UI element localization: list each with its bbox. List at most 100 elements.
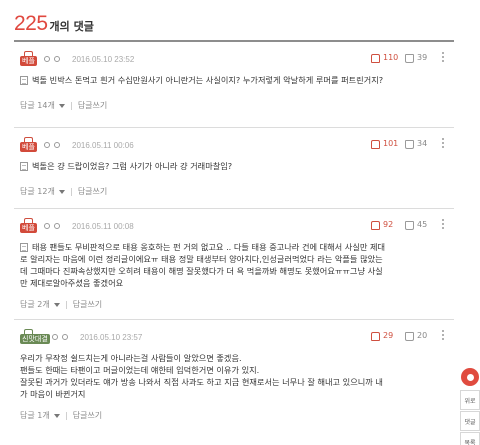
thumbs-up-icon — [370, 331, 380, 341]
document-icon — [20, 242, 28, 252]
comment-count-header: 225 개의 댓글 — [14, 12, 94, 36]
thumbs-down-icon — [404, 331, 414, 341]
replies-toggle[interactable]: 답글 2개 — [20, 299, 60, 310]
level-dots — [44, 223, 60, 229]
comment-text-line: 벽돌 빈박스 돈먹고 흰거 수십만원사기 아니란거는 사실이지? 누가저렇게 악… — [32, 75, 384, 85]
chevron-down-icon — [53, 413, 60, 418]
divider — [70, 187, 72, 196]
thumbs-up-icon — [370, 53, 380, 63]
floating-side-nav: 위로 댓글 목록 — [460, 368, 480, 445]
comment-body: 태용 팬들도 무비판적으로 태용 옹호하는 펀 거의 없고요 .. 다들 태용 … — [20, 241, 448, 289]
upvote-count: 101 — [383, 138, 399, 148]
level-dots — [44, 142, 60, 148]
comment-text-line: 잘못된 과거가 있더라도 얘가 방송 나와서 직접 사과도 하고 지금 현재로서… — [20, 377, 383, 387]
document-icon — [20, 161, 28, 171]
chevron-down-icon — [58, 189, 65, 194]
replies-toggle[interactable]: 답글 1개 — [20, 410, 60, 421]
comment-item: 신맛대결 2016.05.10 23:57 29 20 우리가 무작정 쉴드치는… — [14, 320, 454, 432]
more-options-icon[interactable] — [438, 330, 448, 340]
badge-label: 신맛대결 — [20, 334, 50, 344]
comment-actions: 101 34 — [370, 138, 448, 149]
comment-text-line: 벽돌은 걍 드랍이었음? 그럼 사기가 아니라 걍 거래마찰임? — [32, 161, 233, 171]
comment-footer: 답글 2개 답글쓰기 — [20, 299, 448, 310]
chevron-down-icon — [58, 103, 65, 108]
write-reply-button[interactable]: 답글쓰기 — [78, 100, 107, 111]
comment-body: 벽돌은 걍 드랍이었음? 그럼 사기가 아니라 걍 거래마찰임? — [20, 160, 448, 172]
comment-header: 베플 2016.05.11 00:08 92 45 — [20, 217, 448, 235]
downvote-button[interactable]: 34 — [404, 138, 438, 149]
comment-date: 2016.05.11 00:06 — [72, 140, 134, 150]
scroll-top-button[interactable]: 위로 — [460, 390, 480, 410]
upvote-count: 92 — [383, 219, 394, 229]
comment-item: 베플 2016.05.10 23:52 110 39 벽돌 빈박스 돈먹고 흰거… — [14, 42, 454, 128]
thumbs-up-icon — [370, 139, 380, 149]
write-reply-button[interactable]: 답글쓰기 — [73, 410, 102, 421]
comment-date: 2016.05.11 00:08 — [72, 221, 134, 231]
document-icon — [20, 75, 28, 85]
comment-text-line: 만 제대로알아주셨음 좋겠어요 — [20, 278, 124, 288]
replies-label: 답글 2개 — [20, 300, 50, 309]
more-options-icon[interactable] — [438, 52, 448, 62]
jump-to-comments-button[interactable]: 댓글 — [460, 411, 480, 431]
comment-text-line: 우리가 무작정 쉴드치는게 아니라는걸 사람들이 알았으면 좋겠음. — [20, 353, 242, 363]
divider — [65, 300, 67, 309]
comment-item: 베플 2016.05.11 00:08 92 45 태용 팬들도 무비판적으로 … — [14, 209, 454, 320]
comment-footer: 답글 1개 답글쓰기 — [20, 410, 448, 421]
replies-toggle[interactable]: 답글 14개 — [20, 100, 65, 111]
write-reply-button[interactable]: 답글쓰기 — [73, 299, 102, 310]
best-badge: 베플 — [20, 51, 38, 67]
more-options-icon[interactable] — [438, 138, 448, 148]
replies-toggle[interactable]: 답글 12개 — [20, 186, 65, 197]
downvote-count: 34 — [417, 138, 428, 148]
thumbs-down-icon — [404, 53, 414, 63]
thumbs-down-icon — [404, 139, 414, 149]
more-options-icon[interactable] — [438, 219, 448, 229]
comment-count: 225 — [14, 12, 48, 35]
comment-actions: 92 45 — [370, 219, 448, 230]
upvote-button[interactable]: 110 — [370, 53, 404, 63]
level-dots — [44, 56, 60, 62]
comment-text-line: 태용 팬들도 무비판적으로 태용 옹호하는 펀 거의 없고요 .. 다들 태용 … — [32, 242, 386, 252]
badge-label: 베플 — [20, 142, 37, 152]
divider — [65, 411, 67, 420]
thumbs-down-icon — [404, 220, 414, 230]
downvote-button[interactable]: 20 — [404, 330, 438, 341]
replies-label: 답글 14개 — [20, 101, 55, 110]
upvote-button[interactable]: 92 — [370, 219, 404, 230]
downvote-count: 20 — [417, 330, 428, 340]
downvote-button[interactable]: 39 — [404, 53, 438, 63]
back-to-list-button[interactable]: 목록 — [460, 432, 480, 445]
comment-header: 베플 2016.05.10 23:52 110 39 — [20, 50, 448, 68]
best-badge: 베플 — [20, 137, 38, 153]
comment-text-line: 데 그때마다 진짜속상했지만 오히려 태용이 해명 잘못했다가 더 욕 먹을까봐… — [20, 266, 383, 276]
badge-label: 베플 — [20, 56, 37, 66]
comment-text-line: 가 마음이 바뀐거지 — [20, 389, 86, 399]
comment-body: 우리가 무작정 쉴드치는게 아니라는걸 사람들이 알았으면 좋겠음. 팬들도 한… — [20, 352, 448, 400]
downvote-button[interactable]: 45 — [404, 220, 438, 230]
replies-label: 답글 1개 — [20, 411, 50, 420]
comment-list: 베플 2016.05.10 23:52 110 39 벽돌 빈박스 돈먹고 흰거… — [14, 40, 454, 432]
comment-item: 베플 2016.05.11 00:06 101 34 벽돌은 걍 드랍이었음? … — [14, 128, 454, 209]
user-badge: 신맛대결 — [20, 329, 50, 345]
divider — [70, 101, 72, 110]
comment-footer: 답글 12개 답글쓰기 — [20, 186, 448, 197]
comment-footer: 답글 14개 답글쓰기 — [20, 100, 448, 111]
upvote-count: 29 — [383, 330, 394, 340]
comment-date: 2016.05.10 23:52 — [72, 54, 135, 64]
comment-count-suffix: 개의 댓글 — [49, 20, 94, 33]
badge-label: 베플 — [20, 223, 37, 233]
comment-date: 2016.05.10 23:57 — [80, 332, 143, 342]
thumbs-up-icon — [370, 220, 380, 230]
comment-text-line: 팬들도 한때는 타팬이고 머글이었는데 얘한테 입덕한거면 이유가 있지. — [20, 365, 260, 375]
comment-actions: 29 20 — [370, 330, 448, 341]
comment-text-line: 로 알리자는 마음에 이런 정리글이에요ㅠ 태용 정말 태생부터 양아치다,인성… — [20, 254, 383, 264]
comment-header: 베플 2016.05.11 00:06 101 34 — [20, 136, 448, 154]
comment-actions: 110 39 — [370, 52, 448, 63]
notification-icon[interactable] — [461, 368, 479, 386]
upvote-button[interactable]: 29 — [370, 330, 404, 341]
upvote-button[interactable]: 101 — [370, 138, 404, 149]
chevron-down-icon — [53, 302, 60, 307]
replies-label: 답글 12개 — [20, 187, 55, 196]
best-badge: 베플 — [20, 218, 38, 234]
write-reply-button[interactable]: 답글쓰기 — [78, 186, 107, 197]
